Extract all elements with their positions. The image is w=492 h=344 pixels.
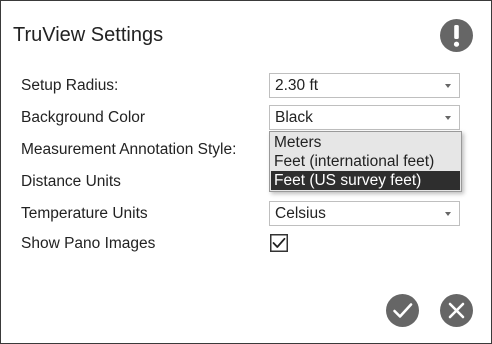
setup-radius-select[interactable]: 2.30 ft (269, 73, 460, 98)
cancel-button[interactable] (440, 294, 473, 327)
distance-units-label: Distance Units (21, 173, 121, 190)
temperature-units-value: Celsius (275, 205, 326, 222)
temperature-units-select[interactable]: Celsius (269, 201, 460, 226)
show-pano-images-label: Show Pano Images (21, 235, 156, 252)
background-color-label: Background Color (21, 109, 146, 126)
dialog-title: TruView Settings (13, 24, 164, 46)
exclamation-circle-icon[interactable] (440, 19, 473, 52)
background-color-select[interactable]: Black (269, 105, 460, 130)
dropdown-option-feet-international[interactable]: Feet (international feet) (271, 152, 460, 171)
dropdown-option-meters[interactable]: Meters (271, 133, 460, 152)
units-dropdown-list: Meters Feet (international feet) Feet (U… (269, 131, 462, 192)
chevron-down-icon (445, 84, 451, 88)
chevron-down-icon (445, 116, 451, 120)
setup-radius-label: Setup Radius: (21, 77, 119, 94)
measurement-annotation-style-label: Measurement Annotation Style: (21, 141, 237, 158)
confirm-button[interactable] (386, 294, 419, 327)
show-pano-images-checkbox[interactable] (270, 234, 288, 252)
chevron-down-icon (445, 212, 451, 216)
background-color-value: Black (275, 109, 313, 126)
setup-radius-value: 2.30 ft (275, 77, 319, 94)
temperature-units-label: Temperature Units (21, 205, 148, 222)
dropdown-option-feet-us-survey[interactable]: Feet (US survey feet) (271, 171, 460, 190)
truview-settings-dialog: TruView Settings Setup Radius: 2.30 ft B… (0, 0, 492, 344)
